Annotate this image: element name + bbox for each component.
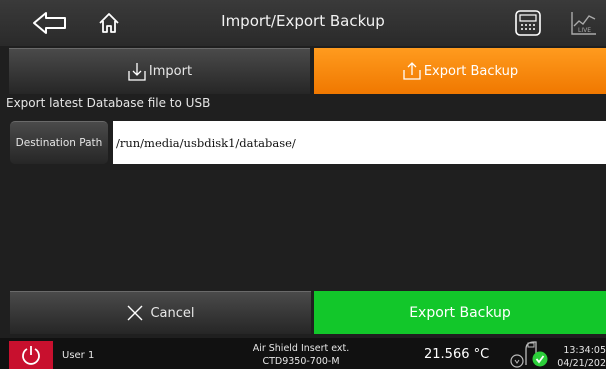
section-description: Export latest Database file to USB: [6, 96, 211, 110]
back-arrow-icon[interactable]: [30, 8, 70, 38]
check-icon: [532, 351, 548, 367]
current-user: User 1: [62, 350, 95, 361]
destination-path-field[interactable]: [113, 121, 606, 164]
title-bar: Import/Export Backup LIVE: [0, 0, 606, 46]
svg-text:LIVE: LIVE: [578, 27, 591, 34]
cancel-button[interactable]: Cancel: [10, 291, 311, 334]
device-name: Air Shield Insert ext.: [252, 343, 350, 354]
tab-import-label: Import: [148, 64, 193, 79]
tab-import[interactable]: Import: [9, 48, 310, 94]
clock-time: 13:34:05: [563, 345, 606, 356]
tab-export-backup[interactable]: Export Backup: [314, 48, 606, 94]
probe-icon: [510, 341, 537, 368]
live-chart-icon[interactable]: LIVE: [568, 8, 600, 38]
status-bar: User 1 Air Shield Insert ext. CTD9350-70…: [0, 338, 606, 369]
export-icon: [402, 61, 422, 81]
home-icon[interactable]: [94, 8, 124, 38]
clock: 13:34:05 04/21/202: [548, 344, 606, 369]
clock-date: 04/21/202: [557, 358, 606, 369]
device-info: Air Shield Insert ext. CTD9350-700-M: [236, 342, 366, 368]
device-model: CTD9350-700-M: [262, 356, 340, 367]
tab-export-label: Export Backup: [423, 63, 519, 79]
temperature-readout: 21.566 °C: [424, 347, 490, 362]
import-icon: [127, 62, 147, 82]
calculator-icon[interactable]: [512, 8, 544, 38]
tab-bar: Import Export Backup: [0, 48, 606, 94]
close-x-icon: [126, 304, 144, 322]
power-icon: [20, 344, 42, 366]
destination-path-button[interactable]: Destination Path: [10, 121, 108, 164]
connection-status: [508, 339, 552, 369]
cancel-label: Cancel: [150, 305, 195, 321]
export-backup-button[interactable]: Export Backup: [314, 291, 606, 334]
power-button[interactable]: [9, 341, 53, 369]
